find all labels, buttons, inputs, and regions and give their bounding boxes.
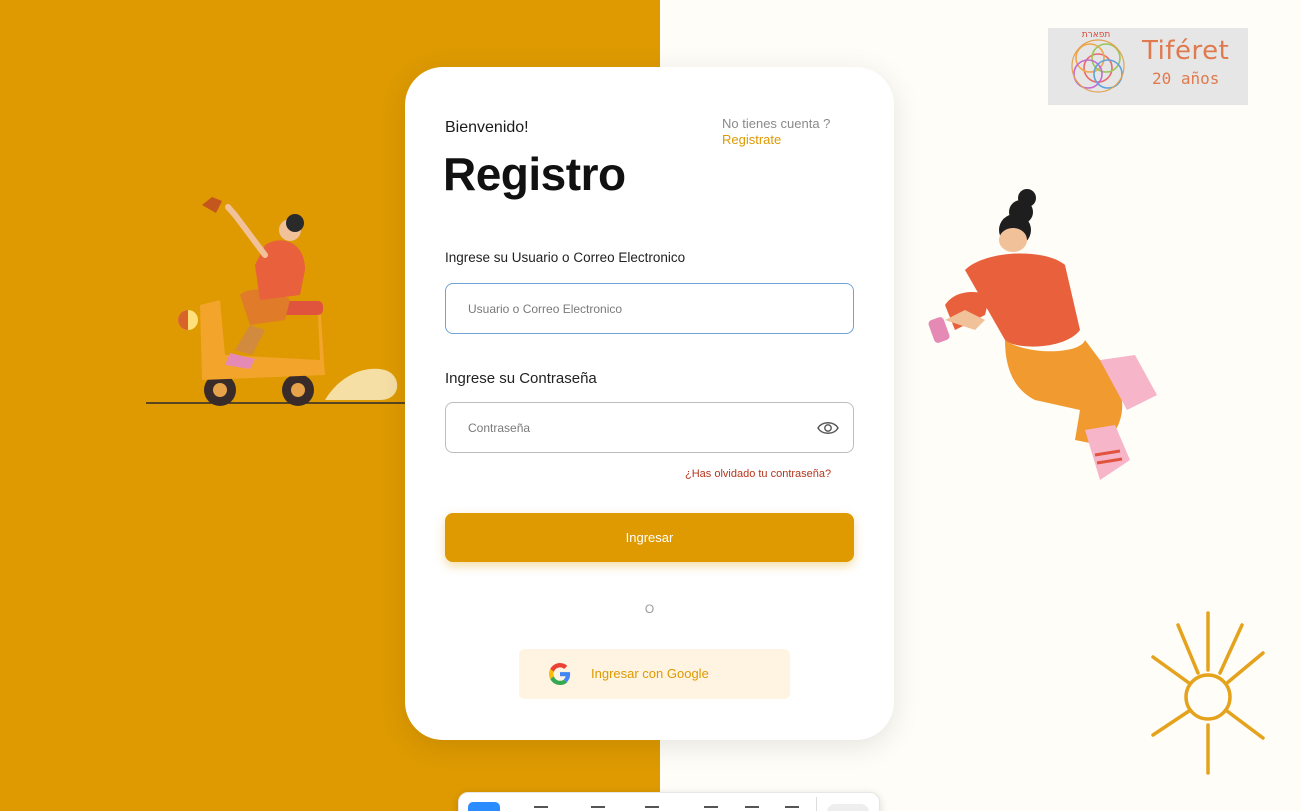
toolbar-tool-icon[interactable] <box>785 806 799 811</box>
eye-icon[interactable] <box>817 418 839 438</box>
or-divider-text: O <box>644 602 655 616</box>
logo-hebrew-text: תפארת <box>1082 30 1111 40</box>
no-account-text: No tienes cuenta ? <box>722 116 831 131</box>
google-icon <box>549 663 571 685</box>
signup-link[interactable]: Registrate <box>722 132 781 147</box>
toolbar-divider <box>816 797 817 811</box>
greeting-text: Bienvenido! <box>445 119 529 136</box>
logo-subtitle: 20 años <box>1152 69 1220 88</box>
logo-name: Tiféret <box>1142 36 1230 66</box>
login-card: Bienvenido! Registro No tienes cuenta ? … <box>405 67 894 740</box>
password-input[interactable] <box>446 403 853 452</box>
toolbar-active-tool[interactable] <box>468 802 500 811</box>
user-field-box <box>445 283 854 334</box>
toolbar-tool-icon[interactable] <box>645 806 659 811</box>
sun-illustration <box>1151 611 1265 775</box>
tiferet-flower-logo-mark: תפארת <box>1071 30 1125 93</box>
google-button-label: Ingresar con Google <box>591 666 709 681</box>
user-field-label: Ingrese su Usuario o Correo Electronico <box>445 250 686 265</box>
bottom-toolbar <box>458 792 880 811</box>
tiferet-logo: תפארת Tiféret 20 años <box>1048 28 1248 105</box>
password-field-box <box>445 402 854 453</box>
toolbar-tool-icon[interactable] <box>704 806 718 811</box>
toolbar-tool-icon[interactable] <box>745 806 759 811</box>
google-login-button[interactable]: Ingresar con Google <box>519 649 790 699</box>
scooter-rider-illustration <box>146 197 408 406</box>
page-title: Registro <box>443 148 626 200</box>
floating-girl-illustration <box>928 189 1157 480</box>
password-field-label: Ingrese su Contraseña <box>445 370 597 387</box>
toolbar-tool-icon[interactable] <box>591 806 605 811</box>
username-email-input[interactable] <box>446 284 853 333</box>
forgot-password-link[interactable]: ¿Has olvidado tu contraseña? <box>685 468 831 480</box>
toolbar-tool-icon[interactable] <box>534 806 548 811</box>
login-button[interactable]: Ingresar <box>445 513 854 562</box>
toolbar-toggle[interactable] <box>827 804 869 811</box>
